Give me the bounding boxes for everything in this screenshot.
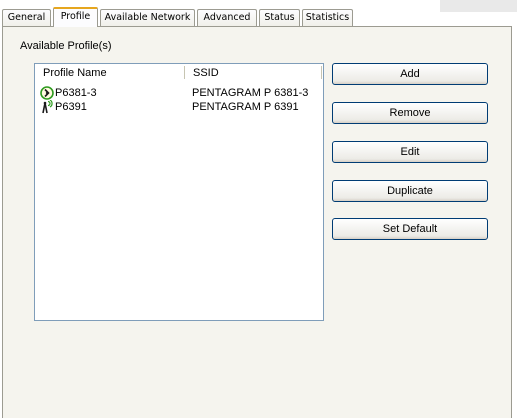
column-header-profile-name[interactable]: Profile Name bbox=[35, 65, 185, 81]
window-corner bbox=[440, 0, 517, 12]
tab-statistics[interactable]: Statistics bbox=[302, 9, 353, 26]
duplicate-button[interactable]: Duplicate bbox=[332, 180, 488, 202]
tab-available-network[interactable]: Available Network bbox=[100, 9, 195, 26]
list-item[interactable]: P6391 PENTAGRAM P 6391 bbox=[39, 99, 321, 114]
active-signal-icon bbox=[40, 86, 54, 100]
edit-button[interactable]: Edit bbox=[332, 141, 488, 163]
tab-profile[interactable]: Profile bbox=[53, 7, 98, 27]
column-divider[interactable] bbox=[321, 66, 322, 79]
add-button[interactable]: Add bbox=[332, 63, 488, 85]
list-header: Profile Name SSID bbox=[35, 64, 323, 82]
remove-button[interactable]: Remove bbox=[332, 102, 488, 124]
list-item[interactable]: P6381-3 PENTAGRAM P 6381-3 bbox=[39, 86, 321, 100]
profile-name: P6391 bbox=[55, 101, 87, 113]
tab-status[interactable]: Status bbox=[259, 9, 300, 26]
tab-general[interactable]: General bbox=[2, 9, 51, 26]
column-header-ssid[interactable]: SSID bbox=[185, 65, 321, 81]
available-profiles-label: Available Profile(s) bbox=[20, 40, 112, 52]
profile-ssid: PENTAGRAM P 6391 bbox=[192, 101, 299, 113]
profile-list[interactable]: Profile Name SSID P6381-3 PENTAGRAM P 63… bbox=[34, 63, 324, 321]
profile-ssid: PENTAGRAM P 6381-3 bbox=[192, 87, 309, 99]
set-default-button[interactable]: Set Default bbox=[332, 218, 488, 240]
profile-name: P6381-3 bbox=[55, 87, 97, 99]
tab-advanced[interactable]: Advanced bbox=[197, 9, 257, 26]
antenna-signal-icon bbox=[40, 99, 54, 114]
